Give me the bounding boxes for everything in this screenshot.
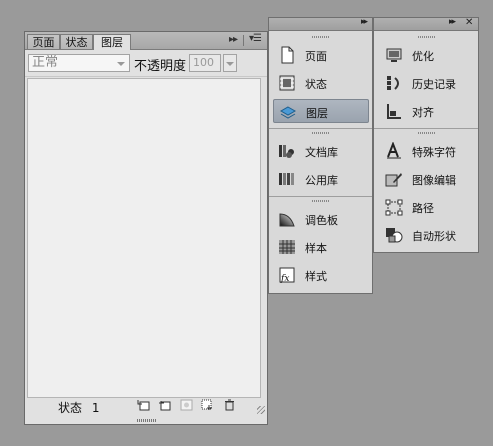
status-bar: 状态 1 (25, 396, 267, 416)
collapse-arrows-icon[interactable]: ▸▸ (449, 17, 456, 27)
dock-item-label: 文档库 (305, 146, 338, 159)
opacity-dropdown-button[interactable] (223, 54, 237, 72)
new-duplicate-icon[interactable] (201, 399, 214, 411)
dock-item-label: 特殊字符 (412, 146, 456, 159)
opacity-label: 不透明度 (134, 59, 187, 74)
group-divider (374, 128, 478, 129)
styles-icon: fx (279, 267, 295, 284)
tab-pages[interactable]: 页面 (27, 34, 60, 49)
dock-item-optimize[interactable]: 优化 (380, 43, 476, 67)
status-label: 状态 (58, 401, 83, 415)
dock-item-color-palette[interactable]: 调色板 (273, 207, 369, 231)
dock-item-document-library[interactable]: 文档库 (273, 139, 369, 163)
status-text: 状态 1 (58, 399, 99, 416)
panel-tabbar: 页面 状态 图层 ▸▸ ▾☰ (25, 32, 267, 50)
layers-panel: 页面 状态 图层 ▸▸ ▾☰ 正常 不透明度 100 状态 1 (24, 31, 268, 425)
group-divider (269, 128, 372, 129)
common-library-icon (279, 173, 294, 185)
group-grip[interactable] (418, 132, 436, 134)
blend-mode-select[interactable]: 正常 (28, 54, 130, 72)
dock-item-label: 样式 (305, 270, 327, 283)
layers-list[interactable] (27, 78, 261, 398)
page-icon (281, 46, 294, 64)
dock-item-label: 对齐 (412, 106, 434, 119)
status-count: 1 (91, 401, 100, 415)
chevron-down-icon (226, 62, 234, 66)
dock-item-history[interactable]: 历史记录 (380, 71, 476, 95)
dock-right-column: ▸▸ ✕ 优化 历史记录 对齐 特殊字符 图像编辑 路径 自动形状 (373, 17, 479, 253)
group-grip[interactable] (312, 132, 330, 134)
group-divider (269, 196, 372, 197)
dock-item-swatches[interactable]: 样本 (273, 235, 369, 259)
dock-item-auto-shapes[interactable]: 自动形状 (380, 223, 476, 247)
add-mask-icon[interactable] (180, 399, 193, 411)
group-grip[interactable] (418, 36, 436, 38)
special-characters-icon (387, 142, 401, 159)
trash-icon[interactable] (223, 399, 236, 411)
dock-item-label: 调色板 (305, 214, 338, 227)
dock-item-label: 页面 (305, 50, 327, 63)
optimize-icon (386, 48, 402, 62)
path-icon (385, 199, 403, 216)
dock-item-label: 样本 (305, 242, 327, 255)
history-icon (387, 76, 399, 90)
corner-resize-grip[interactable] (257, 406, 265, 414)
dock-item-label: 公用库 (305, 174, 338, 187)
dock-item-label: 优化 (412, 50, 434, 63)
layer-options-row: 正常 不透明度 100 (25, 50, 267, 77)
image-editing-icon (385, 173, 402, 187)
panel-menu-icon[interactable]: ▾☰ (249, 33, 262, 44)
tab-layers[interactable]: 图层 (93, 34, 131, 50)
chevron-down-icon (117, 62, 125, 66)
dock-left-column: ▸▸ 页面 状态 图层 文档库 公用库 调色板 样本 fx 样式 (268, 17, 373, 294)
dock-header: ▸▸ (269, 17, 372, 31)
group-grip[interactable] (312, 200, 330, 202)
dock-item-image-editing[interactable]: 图像编辑 (380, 167, 476, 191)
dock-item-label: 自动形状 (412, 230, 456, 243)
layers-icon (279, 106, 297, 119)
blend-mode-value: 正常 (32, 55, 59, 70)
collapse-arrows-icon[interactable]: ▸▸ (229, 34, 238, 45)
collapse-arrows-icon[interactable]: ▸▸ (361, 17, 368, 27)
tab-states[interactable]: 状态 (60, 34, 93, 49)
dock-item-path[interactable]: 路径 (380, 195, 476, 219)
dock-item-align[interactable]: 对齐 (380, 99, 476, 123)
swatches-icon (279, 240, 295, 254)
dock-item-styles[interactable]: fx 样式 (273, 263, 369, 287)
dock-item-label: 图像编辑 (412, 174, 456, 187)
dock-item-common-library[interactable]: 公用库 (273, 167, 369, 191)
close-icon[interactable]: ✕ (465, 17, 473, 28)
states-icon (279, 75, 295, 91)
dock-item-label: 历史记录 (412, 78, 456, 91)
auto-shapes-icon (386, 228, 403, 243)
tabbar-divider (243, 35, 244, 46)
dock-item-pages[interactable]: 页面 (273, 43, 369, 67)
document-library-icon (279, 145, 294, 158)
dock-item-layers[interactable]: 图层 (273, 99, 369, 123)
dock-header: ▸▸ ✕ (374, 17, 478, 31)
dock-item-states[interactable]: 状态 (273, 71, 369, 95)
panel-resize-grip[interactable] (137, 419, 157, 422)
new-subfolder-icon[interactable] (137, 399, 150, 411)
dock-item-label: 路径 (412, 202, 434, 215)
new-layer-icon[interactable] (158, 399, 171, 411)
opacity-input[interactable]: 100 (189, 54, 221, 72)
dock-item-special-characters[interactable]: 特殊字符 (380, 139, 476, 163)
svg-text:fx: fx (280, 274, 289, 284)
group-grip[interactable] (312, 36, 330, 38)
dock-item-label: 状态 (305, 78, 327, 91)
align-icon (387, 104, 401, 119)
dock-item-label: 图层 (306, 107, 328, 120)
color-palette-icon (279, 213, 295, 227)
